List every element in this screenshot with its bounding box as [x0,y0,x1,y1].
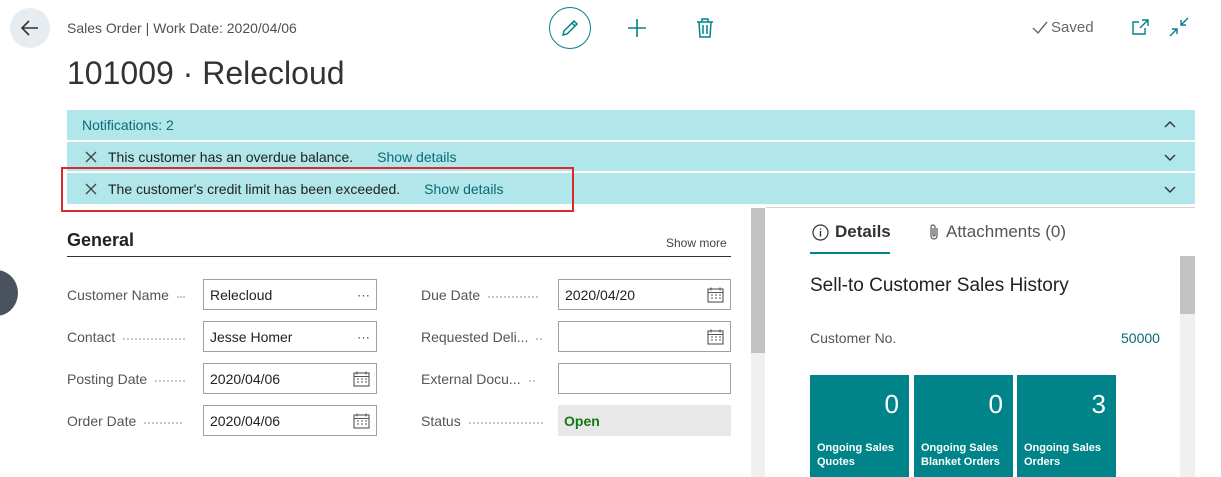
show-details-link[interactable]: Show details [424,181,503,197]
chevron-down-icon[interactable] [1163,182,1177,196]
plus-icon [628,19,646,37]
page-title: 101009 · Relecloud [67,55,345,91]
trash-icon [697,18,713,38]
chevron-down-icon[interactable] [1163,150,1177,164]
new-button[interactable] [622,13,652,43]
external-doc-label: External Docu... [421,363,535,395]
collapse-icon [1169,17,1189,37]
show-details-link[interactable]: Show details [377,149,456,165]
paperclip-icon [930,224,938,240]
section-divider [67,256,731,257]
contact-label: Contact [67,321,186,353]
side-handle[interactable] [0,270,18,316]
open-new-window-button[interactable] [1130,16,1152,38]
requested-delivery-label: Requested Deli... [421,321,543,353]
external-doc-field[interactable] [558,363,731,394]
cue-value: 0 [988,389,1003,419]
calendar-icon[interactable] [707,287,724,303]
saved-label: Saved [1051,19,1094,36]
status-label: Status [421,405,543,437]
active-tab-indicator [810,252,890,254]
customer-no-label: Customer No. [810,330,897,346]
back-button[interactable] [10,8,50,48]
saved-status: Saved [1032,19,1094,36]
cue-caption: Ongoing Sales Blanket Orders [921,442,1000,468]
notification-message: This customer has an overdue balance. [108,148,354,165]
cue-ongoing-sales-blanket-orders[interactable]: 0 Ongoing Sales Blanket Orders [914,375,1013,477]
header-caption: Sales Order | Work Date: 2020/04/06 [67,20,297,36]
cue-ongoing-sales-quotes[interactable]: 0 Ongoing Sales Quotes [810,375,909,477]
requested-delivery-field[interactable] [558,321,731,352]
main-scrollbar-thumb[interactable] [751,208,765,353]
info-icon [812,223,829,241]
notifications-count: Notifications: 2 [82,117,174,133]
close-icon[interactable] [83,181,99,197]
delete-button[interactable] [690,13,720,43]
cue-caption: Ongoing Sales Quotes [817,442,895,468]
due-date-label: Due Date [421,279,539,311]
close-icon[interactable] [83,149,99,165]
notifications-header[interactable]: Notifications: 2 [67,110,1195,140]
customer-no-value[interactable]: 50000 [1121,330,1160,346]
order-date-label: Order Date [67,405,183,437]
cue-value: 0 [884,389,899,419]
posting-date-label: Posting Date [67,363,186,395]
customer-name-label: Customer Name [67,279,185,311]
due-date-field[interactable]: 2020/04/20 [558,279,731,310]
factbox-top-divider [766,207,1195,208]
ellipsis-icon[interactable]: ··· [357,329,370,344]
chevron-up-icon[interactable] [1163,118,1177,132]
sales-history-title: Sell-to Customer Sales History [810,275,1069,296]
tab-attachments[interactable]: Attachments (0) [928,222,1066,242]
contact-field[interactable]: Jesse Homer ··· [203,321,377,352]
notification-item: This customer has an overdue balance. Sh… [67,142,1195,171]
order-date-field[interactable]: 2020/04/06 [203,405,377,436]
calendar-icon[interactable] [353,371,370,387]
calendar-icon[interactable] [707,329,724,345]
notification-message: The customer's credit limit has been exc… [108,180,401,197]
show-more-link[interactable]: Show more [666,236,727,250]
collapse-button[interactable] [1168,16,1190,38]
factbox-scrollbar-thumb[interactable] [1180,256,1195,314]
customer-name-field[interactable]: Relecloud ··· [203,279,377,310]
arrow-left-icon [20,20,38,36]
ellipsis-icon[interactable]: ··· [357,287,370,302]
checkmark-icon [1032,21,1048,34]
cue-caption: Ongoing Sales Orders [1024,442,1102,468]
status-value: Open [558,405,731,436]
cue-ongoing-sales-orders[interactable]: 3 Ongoing Sales Orders [1017,375,1116,477]
popout-icon [1132,19,1149,35]
edit-button[interactable] [549,7,591,49]
calendar-icon[interactable] [353,413,370,429]
cue-value: 3 [1091,389,1106,419]
notification-item: The customer's credit limit has been exc… [67,173,1195,204]
posting-date-field[interactable]: 2020/04/06 [203,363,377,394]
pencil-icon [561,19,579,37]
tab-details[interactable]: Details [812,222,891,242]
general-section-title: General [67,230,135,250]
